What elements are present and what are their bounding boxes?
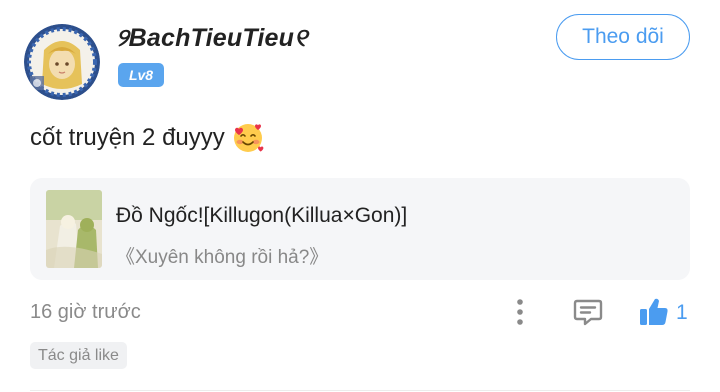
- comment-text: cốt truyện 2 đuyyy: [30, 124, 225, 151]
- thumbs-up-icon[interactable]: [638, 296, 670, 328]
- author-like-tag: Tác giả like: [30, 342, 127, 369]
- smiling-face-with-hearts-icon: [231, 121, 265, 155]
- comment-item: ୨BachTieuTieu୧ Lv8 Theo dõi cốt truyện 2…: [0, 0, 720, 392]
- follow-button[interactable]: Theo dõi: [556, 14, 690, 60]
- avatar[interactable]: [24, 24, 100, 100]
- divider: [30, 390, 690, 391]
- story-chapter: 《Xuyên không rồi hả?》: [116, 247, 329, 268]
- avatar-image: [24, 24, 100, 100]
- more-vertical-icon[interactable]: [508, 296, 532, 328]
- linked-story-card[interactable]: Đồ Ngốc![Killugon(Killua×Gon)] 《Xuyên kh…: [30, 178, 690, 280]
- level-badge: Lv8: [118, 63, 164, 87]
- username[interactable]: ୨BachTieuTieu୧: [116, 24, 307, 53]
- comment-body: cốt truyện 2 đuyyy: [30, 121, 265, 155]
- timestamp: 16 giờ trước: [30, 301, 141, 323]
- like-count: 1: [676, 301, 688, 324]
- comment-reply-icon[interactable]: [572, 296, 604, 328]
- story-title: Đồ Ngốc![Killugon(Killua×Gon)]: [116, 204, 408, 227]
- story-cover-image: [46, 190, 102, 268]
